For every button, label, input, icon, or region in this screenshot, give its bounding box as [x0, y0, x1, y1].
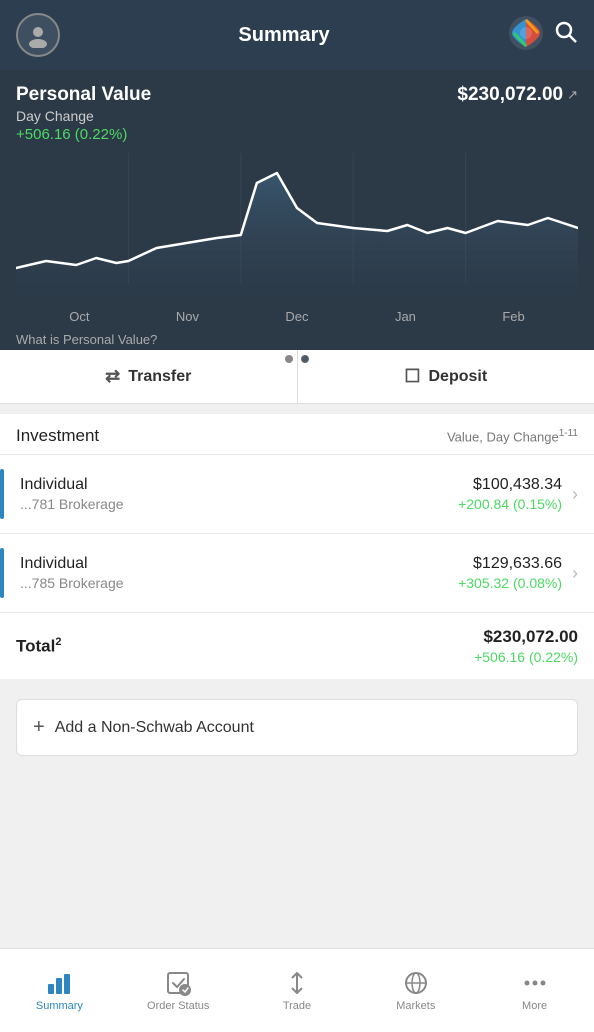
order-status-icon: [165, 970, 191, 996]
account-left-1: Individual ...781 Brokerage: [0, 469, 124, 519]
personal-value-amount: $230,072.00: [457, 84, 563, 106]
search-button[interactable]: [554, 20, 578, 50]
account-left-2: Individual ...785 Brokerage: [0, 548, 124, 598]
nav-order-status[interactable]: Order Status: [119, 962, 238, 1020]
dot-2: [301, 355, 309, 363]
deposit-label: Deposit: [428, 368, 487, 386]
account-change-1: +200.84 (0.15%): [458, 496, 562, 512]
total-change: +506.16 (0.22%): [474, 649, 578, 665]
account-info-2: Individual ...785 Brokerage: [20, 548, 124, 598]
account-row-2[interactable]: Individual ...785 Brokerage $129,633.66 …: [0, 533, 594, 612]
day-change-label: Day Change: [16, 108, 151, 124]
price-chart: [16, 153, 578, 303]
markets-icon: [403, 970, 429, 996]
page-indicator: [16, 355, 578, 363]
total-row: Total2 $230,072.00 +506.16 (0.22%): [0, 612, 594, 679]
add-account-label: Add a Non-Schwab Account: [55, 719, 254, 737]
total-label: Total2: [16, 636, 61, 657]
expand-icon[interactable]: ↗: [567, 87, 578, 103]
header-actions: [508, 15, 578, 56]
account-values-1: $100,438.34 +200.84 (0.15%): [458, 476, 562, 512]
nav-more[interactable]: More: [475, 962, 594, 1020]
nav-markets[interactable]: Markets: [356, 962, 475, 1020]
summary-icon: [46, 970, 72, 996]
nav-more-label: More: [522, 1000, 547, 1012]
nav-order-status-label: Order Status: [147, 1000, 209, 1012]
account-name-2: Individual: [20, 555, 124, 573]
trade-icon: [284, 970, 310, 996]
account-sub-2: ...785 Brokerage: [20, 575, 124, 591]
transfer-label: Transfer: [128, 368, 191, 386]
personal-value-label: Personal Value: [16, 84, 151, 106]
transfer-icon: ⇄: [105, 366, 120, 387]
nav-markets-label: Markets: [396, 1000, 435, 1012]
schwab-logo-icon[interactable]: [508, 15, 544, 56]
account-values-2: $129,633.66 +305.32 (0.08%): [458, 555, 562, 591]
nav-trade[interactable]: Trade: [238, 962, 357, 1020]
avatar-button[interactable]: [16, 13, 60, 57]
account-right-1: $100,438.34 +200.84 (0.15%) ›: [458, 476, 578, 512]
add-icon: +: [33, 716, 45, 739]
investment-header: Investment Value, Day Change1-11: [0, 414, 594, 454]
investment-label: Investment: [16, 426, 99, 446]
nav-trade-label: Trade: [283, 1000, 311, 1012]
chart-label-nov: Nov: [176, 309, 199, 324]
account-info-1: Individual ...781 Brokerage: [20, 469, 124, 519]
nav-summary[interactable]: Summary: [0, 962, 119, 1020]
account-bar-2: [0, 548, 4, 598]
chart-label-jan: Jan: [395, 309, 416, 324]
add-account-button[interactable]: + Add a Non-Schwab Account: [16, 699, 578, 756]
account-bar-1: [0, 469, 4, 519]
chart-label-feb: Feb: [502, 309, 524, 324]
bottom-nav: Summary Order Status Trade Markets: [0, 948, 594, 1032]
account-change-2: +305.32 (0.08%): [458, 575, 562, 591]
nav-summary-label: Summary: [36, 1000, 83, 1012]
investment-col-header: Value, Day Change1-11: [447, 428, 578, 444]
more-icon: [522, 970, 548, 996]
personal-value-link[interactable]: What is Personal Value?: [16, 332, 578, 347]
total-value: $230,072.00: [474, 627, 578, 647]
account-row-1[interactable]: Individual ...781 Brokerage $100,438.34 …: [0, 454, 594, 533]
total-values: $230,072.00 +506.16 (0.22%): [474, 627, 578, 665]
deposit-icon: ☐: [404, 366, 420, 387]
account-value-2: $129,633.66: [458, 555, 562, 573]
chevron-icon-1: ›: [572, 484, 578, 505]
dot-1: [285, 355, 293, 363]
investment-section: Investment Value, Day Change1-11 Individ…: [0, 414, 594, 679]
chart-label-oct: Oct: [69, 309, 89, 324]
account-right-2: $129,633.66 +305.32 (0.08%) ›: [458, 555, 578, 591]
account-value-1: $100,438.34: [458, 476, 562, 494]
chart-section: Personal Value Day Change +506.16 (0.22%…: [0, 70, 594, 350]
chart-x-labels: Oct Nov Dec Jan Feb: [16, 309, 578, 324]
chevron-icon-2: ›: [572, 563, 578, 584]
app-header: Summary: [0, 0, 594, 70]
chart-label-dec: Dec: [285, 309, 308, 324]
day-change-value: +506.16 (0.22%): [16, 126, 151, 143]
account-name-1: Individual: [20, 476, 124, 494]
header-title: Summary: [238, 24, 329, 47]
account-sub-1: ...781 Brokerage: [20, 496, 124, 512]
